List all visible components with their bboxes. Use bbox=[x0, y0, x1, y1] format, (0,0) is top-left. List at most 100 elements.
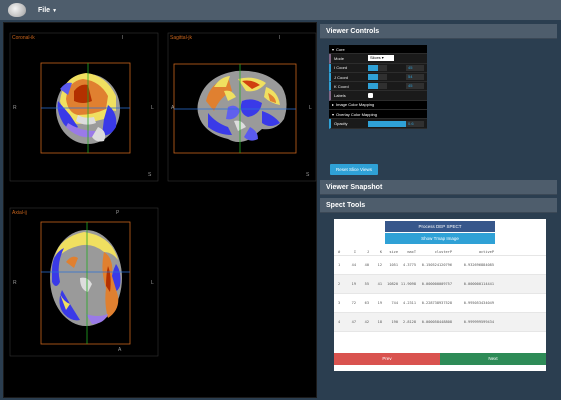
opacity-row: Opacity 0.6 bbox=[329, 119, 427, 129]
table-cell: 190 bbox=[391, 320, 399, 324]
table-cell: 72 bbox=[351, 301, 356, 305]
sagittal-view-title: Sagittal-jk bbox=[170, 35, 192, 41]
image-color-mapping-folder[interactable]: ▸ Image Color Mapping bbox=[329, 100, 427, 111]
table-cell: 19 bbox=[377, 301, 382, 305]
viewer-controls-body: ▾ Core Mode Slices ▾ I Coord 45 J Coord 5… bbox=[320, 39, 557, 179]
axial-right-label: L bbox=[151, 280, 154, 286]
table-cell: 2.8128 bbox=[403, 320, 416, 324]
reset-slice-views-button[interactable]: Reset Slice Views bbox=[330, 164, 378, 175]
coronal-bottom-label: S bbox=[148, 172, 152, 178]
table-row[interactable]: 1 44 40 12 1051 4.3775 0.150524120796 0.… bbox=[334, 256, 546, 275]
jcoord-input[interactable]: 54 bbox=[406, 74, 424, 81]
kcoord-slider-fill bbox=[368, 83, 378, 90]
coronal-view-title: Coronal-ik bbox=[12, 35, 35, 41]
column-header: K bbox=[379, 249, 382, 254]
brain-viewer-canvas[interactable]: Coronal-ik I R L S Sagittal-jk I A L S A… bbox=[3, 22, 317, 398]
column-header: J bbox=[366, 249, 369, 254]
triangle-down-icon: ▾ bbox=[332, 111, 335, 117]
table-cell: 3 bbox=[338, 301, 341, 305]
table-cell: 4.3775 bbox=[403, 263, 416, 267]
table-cell: 0.000000009757 bbox=[421, 282, 452, 286]
opacity-slider-fill bbox=[368, 120, 408, 127]
jcoord-row: J Coord 54 bbox=[329, 72, 427, 83]
viewer-controls-heading[interactable]: Viewer Controls bbox=[320, 24, 557, 39]
labels-row: Labels bbox=[329, 91, 427, 101]
labels-checkbox[interactable] bbox=[368, 93, 373, 99]
column-header: activeP bbox=[478, 249, 494, 254]
table-cell: 19 bbox=[351, 282, 356, 286]
table-cell: 0.999999599434 bbox=[463, 320, 494, 324]
icoord-input[interactable]: 45 bbox=[406, 64, 424, 71]
icoord-slider[interactable] bbox=[368, 64, 387, 71]
spect-results-card: Process DEP SPECT Show Tmap Image # I J … bbox=[334, 219, 546, 371]
coronal-right-label: L bbox=[151, 105, 154, 111]
kcoord-input[interactable]: 45 bbox=[406, 83, 424, 90]
table-row[interactable]: 2 19 55 41 10820 11.9098 0.000000009757 … bbox=[334, 275, 546, 294]
kcoord-slider[interactable] bbox=[368, 83, 387, 90]
labels-label: Labels bbox=[334, 93, 346, 99]
file-menu[interactable]: File ▼ bbox=[38, 7, 57, 14]
opacity-input[interactable]: 0.6 bbox=[406, 120, 424, 127]
column-header: clusterP bbox=[434, 249, 452, 254]
icoord-slider-fill bbox=[368, 64, 378, 71]
table-cell: 0.932696884085 bbox=[463, 263, 494, 267]
table-row[interactable]: 4 47 42 18 190 2.8128 0.000058448808 0.9… bbox=[334, 313, 546, 332]
table-cell: 4.2311 bbox=[403, 301, 416, 305]
image-color-mapping-label: Image Color Mapping bbox=[336, 102, 375, 108]
core-folder[interactable]: ▾ Core bbox=[329, 45, 427, 55]
table-cell: 0.995053434049 bbox=[463, 301, 494, 305]
core-folder-label: Core bbox=[336, 46, 345, 52]
mode-label: Mode bbox=[334, 55, 345, 61]
viewer-controls-panel: Viewer Controls ▾ Core Mode Slices ▾ I Co… bbox=[320, 24, 557, 179]
show-tmap-image-button[interactable]: Show Tmap Image bbox=[385, 233, 495, 244]
next-button[interactable]: Next bbox=[440, 353, 546, 365]
table-cell: 42 bbox=[364, 320, 369, 324]
table-cell: 1051 bbox=[389, 263, 398, 267]
spect-tools-panel: Spect Tools Process DEP SPECT Show Tmap … bbox=[320, 198, 557, 372]
coronal-top-label: I bbox=[122, 35, 124, 41]
jcoord-slider[interactable] bbox=[368, 74, 387, 81]
mode-row: Mode Slices ▾ bbox=[329, 54, 427, 64]
pagination: Prev Next bbox=[334, 353, 546, 365]
mode-select[interactable]: Slices ▾ bbox=[368, 55, 394, 62]
spect-tools-body: Process DEP SPECT Show Tmap Image # I J … bbox=[320, 213, 557, 372]
table-cell: 12 bbox=[377, 263, 382, 267]
table-row[interactable]: 3 72 63 19 744 4.2311 0.228738937528 0.9… bbox=[334, 294, 546, 313]
axial-top-label: P bbox=[116, 210, 120, 216]
prev-button[interactable]: Prev bbox=[334, 353, 440, 365]
spect-tools-heading[interactable]: Spect Tools bbox=[320, 198, 557, 213]
process-dep-spect-button[interactable]: Process DEP SPECT bbox=[385, 221, 495, 232]
column-header: # bbox=[338, 249, 341, 254]
table-cell: 0.000058448808 bbox=[421, 320, 452, 324]
table-cell: 18 bbox=[377, 320, 382, 324]
axial-left-label: R bbox=[13, 280, 17, 286]
mode-select-value: Slices bbox=[370, 55, 381, 61]
kcoord-label: K Coord bbox=[334, 83, 349, 89]
sagittal-view[interactable]: Sagittal-jk I A L S bbox=[166, 31, 318, 183]
column-header: maxT bbox=[407, 249, 416, 254]
table-cell: 11.9098 bbox=[400, 282, 416, 286]
table-cell: 44 bbox=[351, 263, 356, 267]
table-cell: 0.150524120796 bbox=[421, 263, 452, 267]
overlay-color-mapping-folder[interactable]: ▾ Overlay Color Mapping bbox=[329, 110, 427, 120]
viewer-snapshot-panel: Viewer Snapshot bbox=[320, 180, 557, 195]
table-cell: 41 bbox=[377, 282, 382, 286]
coronal-left-label: R bbox=[13, 105, 17, 111]
jcoord-label: J Coord bbox=[334, 74, 349, 80]
table-cell: 63 bbox=[364, 301, 369, 305]
opacity-label: Opacity bbox=[334, 121, 348, 127]
axial-view[interactable]: Axial-ij P R L A bbox=[8, 206, 160, 358]
dat-gui-controls: ▾ Core Mode Slices ▾ I Coord 45 J Coord 5… bbox=[329, 45, 427, 129]
table-cell: 55 bbox=[364, 282, 369, 286]
file-menu-label: File bbox=[38, 6, 51, 14]
cluster-table: # I J K size maxT clusterP activeP 1 44 … bbox=[334, 248, 546, 332]
sagittal-top-label: I bbox=[279, 35, 281, 41]
coronal-view[interactable]: Coronal-ik I R L S bbox=[8, 31, 160, 183]
axial-bottom-label: A bbox=[118, 347, 122, 353]
viewer-snapshot-heading[interactable]: Viewer Snapshot bbox=[320, 180, 557, 195]
table-cell: 744 bbox=[391, 301, 399, 305]
column-header: I bbox=[353, 249, 356, 254]
table-header-row: # I J K size maxT clusterP activeP bbox=[334, 248, 546, 256]
triangle-right-icon: ▸ bbox=[332, 102, 335, 108]
opacity-slider[interactable] bbox=[368, 120, 408, 127]
